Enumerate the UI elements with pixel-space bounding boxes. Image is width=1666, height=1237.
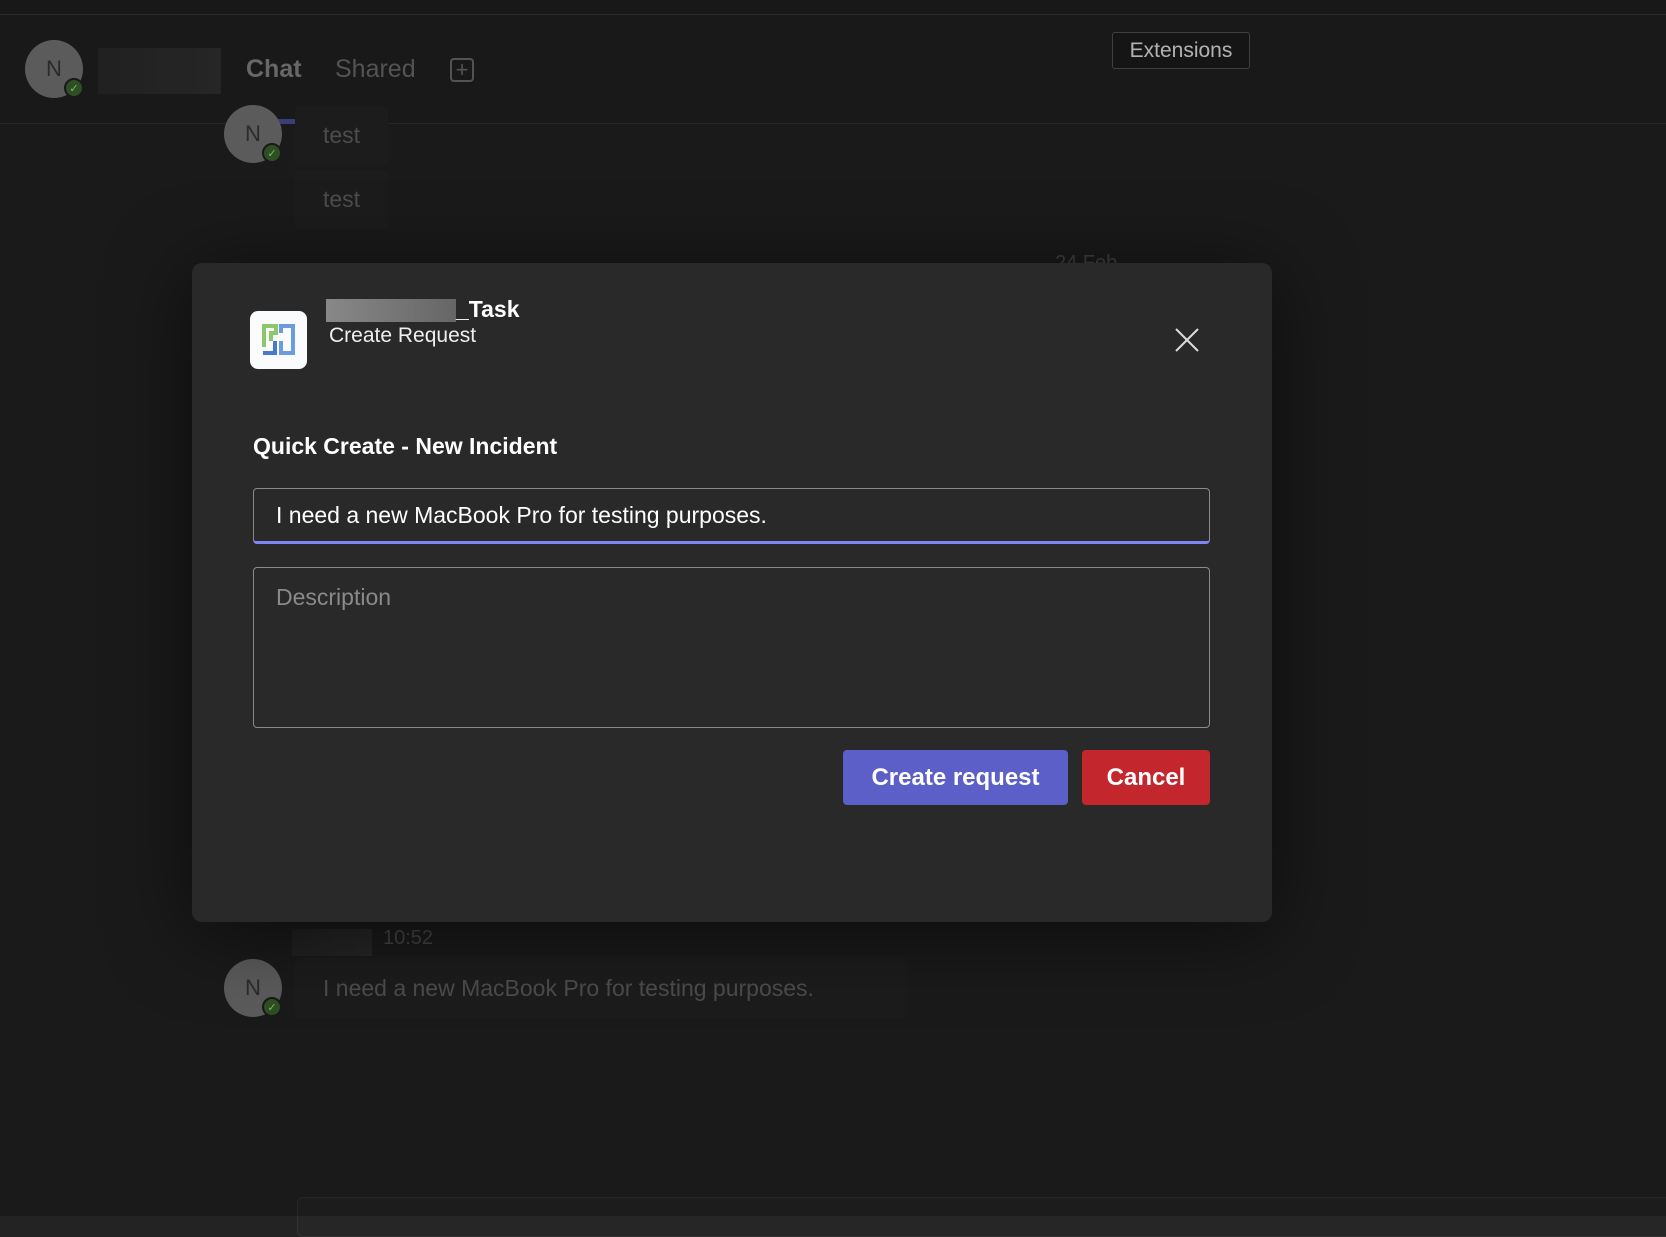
app-name: _Task <box>456 296 520 322</box>
app-logo <box>250 311 307 369</box>
presence-available-icon: ✓ <box>262 143 282 163</box>
message-text: test <box>323 186 361 212</box>
avatar-initial: N <box>245 121 261 146</box>
message-bubble: I need a new MacBook Pro for testing pur… <box>295 958 908 1018</box>
message-bubble: test <box>295 170 389 229</box>
message-text: I need a new MacBook Pro for testing pur… <box>323 974 814 1001</box>
close-icon[interactable] <box>1172 325 1202 355</box>
cancel-button[interactable]: Cancel <box>1082 750 1210 805</box>
dialog-subtitle: Create Request <box>329 324 477 347</box>
extensions-tooltip: Extensions <box>1112 32 1250 69</box>
app-name-redacted <box>326 299 456 322</box>
message-bubble: test <box>295 106 389 165</box>
message-timestamp: 10:52 <box>383 927 434 949</box>
chat-name-redacted <box>98 48 221 94</box>
create-request-dialog: _Task Create Request Quick Create - New … <box>192 263 1272 922</box>
description-textarea[interactable] <box>253 567 1210 728</box>
app-logo-icon <box>262 324 295 355</box>
create-request-button[interactable]: Create request <box>843 750 1068 805</box>
avatar-initial: N <box>46 56 62 81</box>
message-text: test <box>323 122 361 148</box>
compose-box[interactable] <box>297 1197 1666 1237</box>
sender-name-redacted <box>292 929 372 956</box>
presence-available-icon: ✓ <box>64 78 84 98</box>
avatar-initial: N <box>245 975 261 1000</box>
tab-shared[interactable]: Shared <box>335 55 416 84</box>
add-tab-icon[interactable]: + <box>450 58 474 82</box>
window-top-bar <box>0 0 1666 15</box>
tab-chat[interactable]: Chat <box>246 55 302 84</box>
title-input[interactable] <box>253 488 1210 544</box>
presence-available-icon: ✓ <box>262 997 282 1017</box>
form-heading: Quick Create - New Incident <box>253 433 558 459</box>
